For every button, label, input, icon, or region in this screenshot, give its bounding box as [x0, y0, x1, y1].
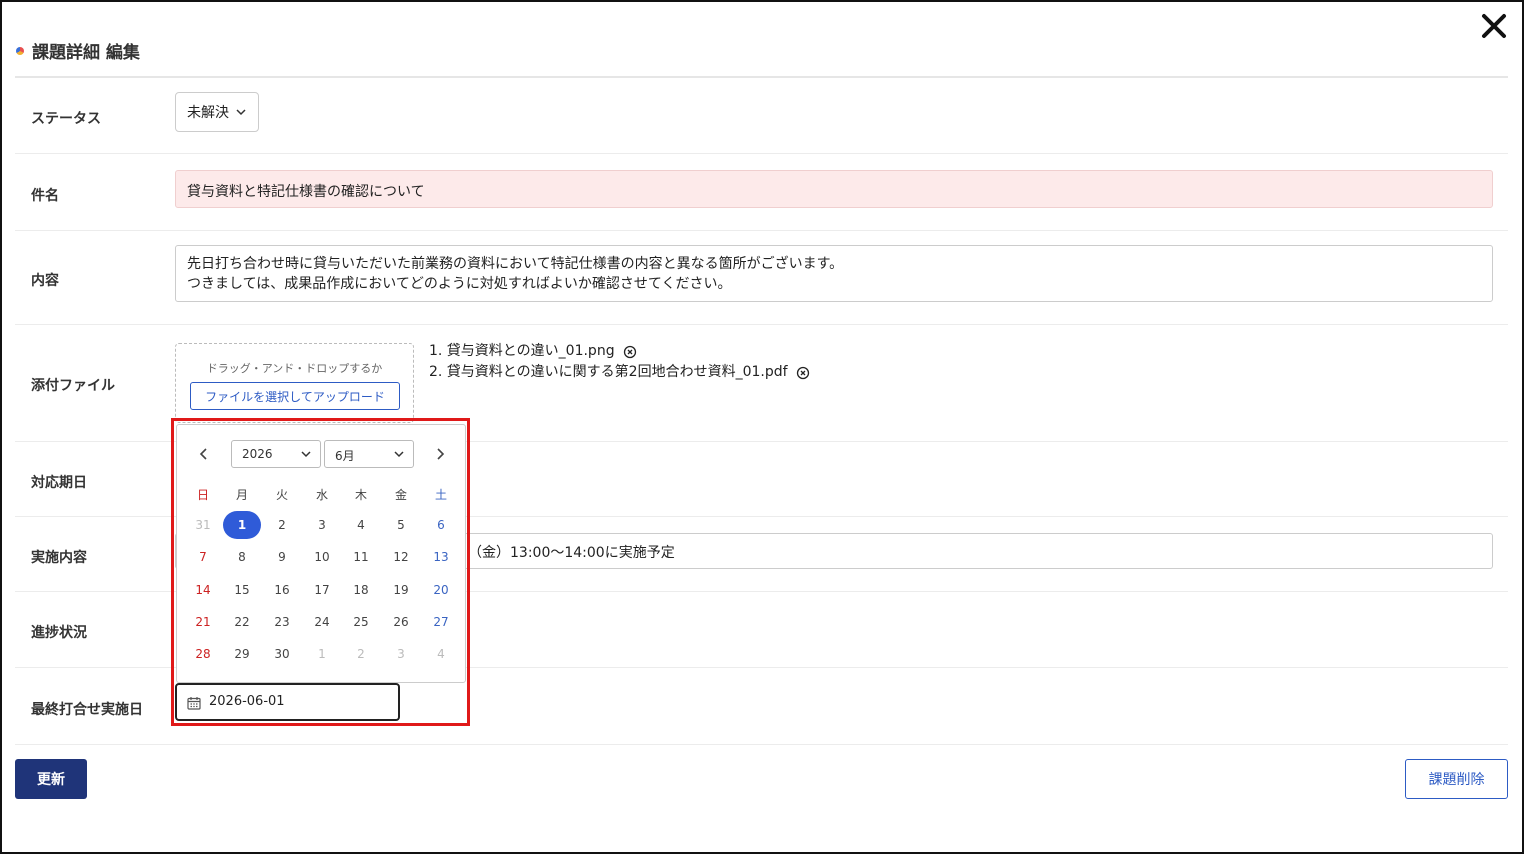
dialog-title-text: 課題詳細 編集 — [32, 43, 140, 63]
delete-issue-button[interactable]: 課題削除 — [1405, 759, 1508, 799]
chevron-right-icon[interactable] — [431, 445, 449, 463]
calendar-day[interactable]: 28 — [184, 640, 222, 668]
calendar-day[interactable]: 14 — [184, 576, 222, 604]
last-meeting-label: 最終打合せ実施日 — [31, 702, 143, 718]
drop-hint: ドラッグ・アンド・ドロップするか — [206, 362, 383, 375]
year-value: 2026 — [242, 447, 273, 461]
calendar-day[interactable]: 7 — [184, 543, 222, 571]
calendar-day[interactable]: 24 — [303, 608, 341, 636]
calendar-day[interactable]: 8 — [223, 543, 261, 571]
title-bullet-icon — [16, 46, 24, 55]
due-date-label: 対応期日 — [31, 475, 87, 491]
calendar-day[interactable]: 4 — [342, 511, 380, 539]
weekday-header: 木 — [354, 488, 367, 502]
calendar-day[interactable]: 11 — [342, 543, 380, 571]
status-value: 未解決 — [187, 105, 229, 121]
close-icon[interactable] — [1478, 10, 1510, 42]
calendar-day[interactable]: 6 — [422, 511, 460, 539]
calendar-day[interactable]: 2 — [342, 640, 380, 668]
subject-input[interactable]: 貸与資料と特記仕様書の確認について — [175, 170, 1493, 208]
last-meeting-date-input[interactable]: 2026-06-01 — [175, 683, 400, 721]
last-meeting-date-value: 2026-06-01 — [209, 694, 285, 709]
chevron-down-icon — [301, 451, 311, 458]
calendar-day[interactable]: 3 — [303, 511, 341, 539]
weekday-header: 土 — [434, 488, 447, 502]
content-line-1: 先日打ち合わせ時に貸与いただいた前業務の資料において特記仕様書の内容と異なる箇所… — [187, 256, 844, 272]
calendar-day[interactable]: 1 — [303, 640, 341, 668]
calendar-day[interactable]: 29 — [223, 640, 261, 668]
attachment-list: 1. 貸与資料との違い_01.png 2. 貸与資料との違いに関する第2回地合わ… — [429, 341, 810, 383]
calendar-day[interactable]: 21 — [184, 608, 222, 636]
attachment-item: 2. 貸与資料との違いに関する第2回地合わせ資料_01.pdf — [429, 362, 810, 383]
chevron-down-icon — [394, 451, 404, 458]
weekday-header: 火 — [275, 488, 288, 502]
calendar-day[interactable]: 13 — [422, 543, 460, 571]
implementation-label: 実施内容 — [31, 550, 87, 566]
calendar-day[interactable]: 16 — [263, 576, 301, 604]
attachment-name[interactable]: 2. 貸与資料との違いに関する第2回地合わせ資料_01.pdf — [429, 362, 788, 383]
calendar-day[interactable]: 27 — [422, 608, 460, 636]
attachment-item: 1. 貸与資料との違い_01.png — [429, 341, 810, 362]
content-textarea[interactable]: 先日打ち合わせ時に貸与いただいた前業務の資料において特記仕様書の内容と異なる箇所… — [175, 245, 1493, 302]
calendar-day[interactable]: 4 — [422, 640, 460, 668]
calendar-day[interactable]: 5 — [382, 511, 420, 539]
implementation-value: （金）13:00～14:00に実施予定 — [468, 545, 675, 561]
calendar-day[interactable]: 19 — [382, 576, 420, 604]
remove-file-icon[interactable] — [623, 345, 637, 359]
weekday-header: 日 — [196, 488, 209, 502]
calendar-day[interactable]: 3 — [382, 640, 420, 668]
chevron-left-icon[interactable] — [195, 445, 213, 463]
calendar-day[interactable]: 10 — [303, 543, 341, 571]
calendar-day[interactable]: 20 — [422, 576, 460, 604]
remove-file-icon[interactable] — [796, 366, 810, 380]
status-select[interactable]: 未解決 — [175, 92, 259, 132]
datepicker-popup: 2026 6月 日月火水木金土 31 1 2 3 4 5 6 7 8 9 10 11 12 13 14 15 16… — [176, 424, 466, 683]
chevron-down-icon — [236, 109, 246, 116]
attachments-label: 添付ファイル — [31, 378, 115, 394]
calendar-day[interactable]: 17 — [303, 576, 341, 604]
calendar-day[interactable]: 18 — [342, 576, 380, 604]
file-dropzone[interactable]: ドラッグ・アンド・ドロップするか ファイルを選択してアップロード — [175, 343, 414, 423]
calendar-day[interactable]: 9 — [263, 543, 301, 571]
content-line-2: つきましては、成果品作成においてどのように対処すればよいか確認させてください。 — [187, 276, 732, 292]
upload-file-button[interactable]: ファイルを選択してアップロード — [190, 382, 400, 410]
calendar-day[interactable]: 26 — [382, 608, 420, 636]
calendar-day[interactable]: 1 — [223, 511, 261, 539]
progress-label: 進捗状況 — [31, 625, 87, 641]
attachment-name[interactable]: 1. 貸与資料との違い_01.png — [429, 341, 615, 362]
content-label: 内容 — [31, 273, 59, 289]
subject-label: 件名 — [31, 188, 59, 204]
calendar-day[interactable]: 25 — [342, 608, 380, 636]
update-button[interactable]: 更新 — [15, 759, 87, 799]
year-select[interactable]: 2026 — [231, 440, 321, 468]
month-value: 6月 — [335, 449, 355, 463]
calendar-day[interactable]: 2 — [263, 511, 301, 539]
calendar-day[interactable]: 12 — [382, 543, 420, 571]
calendar-day[interactable]: 15 — [223, 576, 261, 604]
dialog-title: 課題詳細 編集 — [16, 38, 140, 63]
calendar-day[interactable]: 30 — [263, 640, 301, 668]
weekday-header: 水 — [315, 488, 328, 502]
month-select[interactable]: 6月 — [324, 440, 414, 468]
weekday-header: 金 — [394, 488, 407, 502]
calendar-day[interactable]: 23 — [263, 608, 301, 636]
calendar-day[interactable]: 22 — [223, 608, 261, 636]
calendar-icon — [187, 697, 201, 710]
status-label: ステータス — [31, 111, 101, 127]
weekday-header: 月 — [235, 488, 248, 502]
calendar-day[interactable]: 31 — [184, 511, 222, 539]
